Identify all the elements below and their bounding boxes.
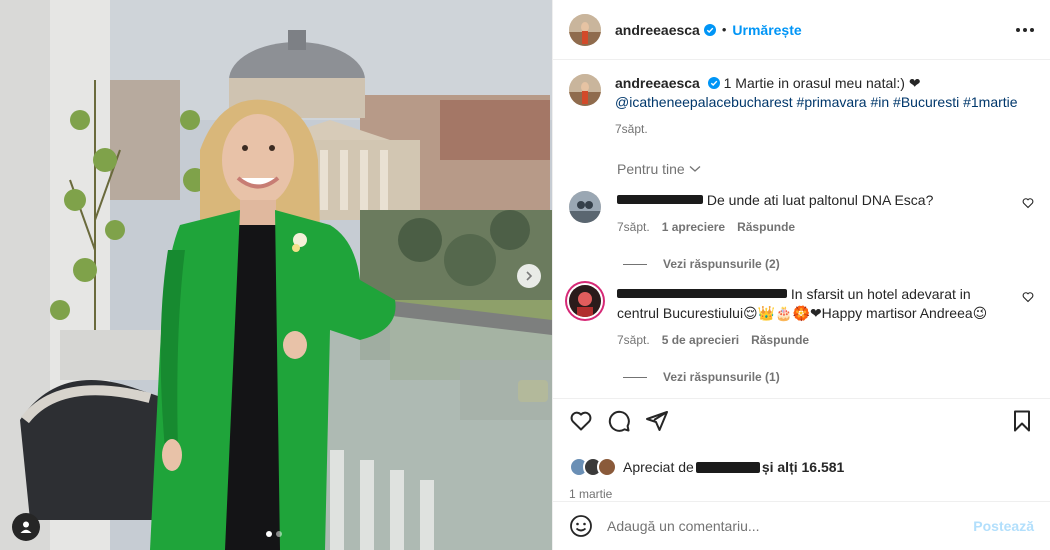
author-avatar-image — [569, 13, 601, 46]
liker-avatars — [569, 457, 617, 477]
caption-text: 1 Martie in orasul meu natal:) ❤ — [723, 75, 921, 91]
replies-line — [623, 263, 647, 265]
bookmark-icon[interactable] — [1010, 409, 1034, 433]
user-tag-icon — [20, 521, 32, 533]
redacted-liker — [695, 461, 760, 473]
reply-button[interactable]: Răspunde — [737, 218, 795, 237]
post-comment-button[interactable]: Postează — [973, 518, 1034, 534]
heart-icon[interactable] — [1022, 291, 1034, 303]
commenter-avatar[interactable] — [569, 285, 601, 317]
view-replies-label: Vezi răspunsurile (2) — [663, 257, 780, 271]
more-options-button[interactable] — [1016, 27, 1034, 32]
user-tags-button[interactable] — [12, 513, 40, 541]
commenter-avatar-image — [569, 191, 601, 223]
post-details-panel: andreeaesca • Urmărește andreeaesca 1 Ma… — [552, 0, 1050, 550]
caption-avatar-image — [569, 74, 601, 106]
chevron-down-icon — [689, 166, 701, 172]
comment-filter-label: Pentru tine — [617, 161, 685, 177]
heart-icon[interactable] — [569, 409, 593, 433]
likes-summary: Apreciat de și alți 16.581 — [569, 457, 1034, 477]
verified-icon — [707, 77, 720, 89]
likes-count[interactable]: și alți 16.581 — [762, 459, 845, 475]
post-date: 1 martie — [569, 487, 613, 501]
commenter-avatar[interactable] — [569, 191, 601, 223]
carousel-dots — [266, 531, 282, 537]
more-icon-dot — [1030, 27, 1034, 32]
photo-scene — [0, 0, 552, 550]
post-photo — [0, 0, 552, 550]
redacted-username — [617, 195, 703, 204]
view-replies-label: Vezi răspunsurile (1) — [663, 370, 780, 384]
reply-button[interactable]: Răspunde — [751, 331, 809, 350]
comment-input[interactable]: Adaugă un comentariu... — [607, 518, 973, 534]
comment-time: 7săpt. — [617, 333, 650, 347]
header-separator: • — [721, 22, 727, 37]
verified-icon — [703, 23, 716, 36]
add-comment-bar: Adaugă un comentariu... Postează — [553, 501, 1050, 550]
caption-avatar[interactable] — [569, 74, 601, 106]
liker-avatar[interactable] — [597, 457, 617, 477]
caption-username[interactable]: andreeaesca — [615, 75, 700, 91]
comment-likes[interactable]: 5 de aprecieri — [662, 331, 739, 350]
caption-time: 7săpt. — [615, 122, 648, 136]
comment-likes[interactable]: 1 apreciere — [662, 218, 725, 237]
caption-tags[interactable]: @icatheneepalacebucharest #primavara #in… — [615, 94, 1018, 110]
follow-button[interactable]: Urmărește — [732, 22, 801, 38]
post-caption: andreeaesca 1 Martie in orasul meu natal… — [569, 74, 1034, 139]
more-icon-dot — [1023, 27, 1027, 32]
comment-text: De unde ati luat paltonul DNA Esca? — [706, 192, 934, 208]
emoji-icon[interactable] — [569, 514, 593, 538]
comment-icon[interactable] — [607, 409, 631, 433]
carousel-dot — [276, 531, 282, 537]
post-actions: Apreciat de și alți 16.581 1 martie — [553, 398, 1050, 501]
carousel-dot-active — [266, 531, 272, 537]
post-header: andreeaesca • Urmărește — [553, 0, 1050, 60]
author-avatar[interactable] — [569, 13, 601, 46]
commenter-avatar-image — [569, 285, 601, 317]
next-image-button[interactable] — [517, 264, 541, 288]
comment-item: In sfarsit un hotel adevarat in centrul … — [569, 285, 1034, 350]
comment-filter-dropdown[interactable]: Pentru tine — [617, 161, 1034, 177]
comments-section: andreeaesca 1 Martie in orasul meu natal… — [553, 60, 1050, 398]
author-username[interactable]: andreeaesca — [615, 22, 700, 38]
redacted-username — [617, 289, 787, 298]
heart-icon[interactable] — [1022, 197, 1034, 209]
likes-prefix: Apreciat de — [623, 459, 694, 475]
comment-time: 7săpt. — [617, 220, 650, 234]
chevron-right-icon — [526, 271, 533, 281]
share-icon[interactable] — [645, 409, 669, 433]
view-replies-button[interactable]: Vezi răspunsurile (2) — [623, 257, 1034, 271]
view-replies-button[interactable]: Vezi răspunsurile (1) — [623, 370, 1034, 384]
replies-line — [623, 376, 647, 378]
comment-item: De unde ati luat paltonul DNA Esca? 7săp… — [569, 191, 1034, 237]
more-icon — [1016, 27, 1020, 32]
